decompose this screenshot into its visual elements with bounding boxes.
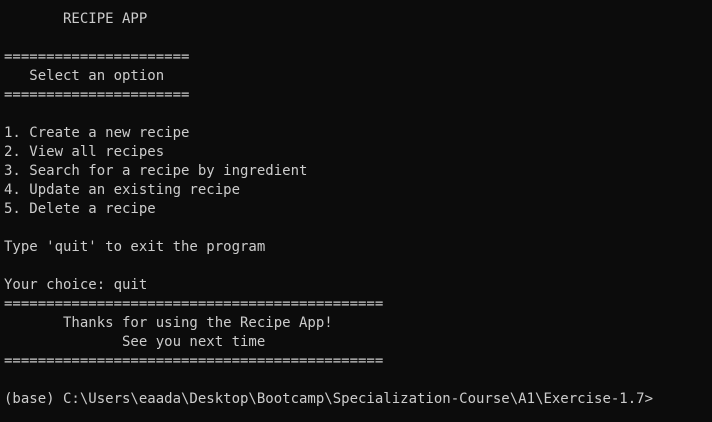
menu-option-view: 2. View all recipes	[4, 144, 165, 160]
quit-instruction: Type 'quit' to exit the program	[4, 239, 266, 255]
terminal-window[interactable]: RECIPE APP ====================== Select…	[0, 0, 712, 422]
menu-option-search: 3. Search for a recipe by ingredient	[4, 163, 308, 179]
menu-option-create: 1. Create a new recipe	[4, 125, 190, 141]
separator-line: ======================	[4, 49, 190, 65]
menu-option-update: 4. Update an existing recipe	[4, 182, 241, 198]
user-choice-line: Your choice: quit	[4, 277, 148, 293]
separator-line: ======================	[4, 87, 190, 103]
separator-line: ========================================…	[4, 296, 384, 312]
app-title: RECIPE APP	[4, 11, 148, 27]
command-prompt[interactable]: (base) C:\Users\eaada\Desktop\Bootcamp\S…	[4, 390, 712, 409]
thanks-message: Thanks for using the Recipe App!	[4, 315, 333, 331]
separator-line: ========================================…	[4, 353, 384, 369]
menu-heading: Select an option	[4, 68, 165, 84]
farewell-message: See you next time	[4, 334, 266, 350]
menu-option-delete: 5. Delete a recipe	[4, 201, 156, 217]
